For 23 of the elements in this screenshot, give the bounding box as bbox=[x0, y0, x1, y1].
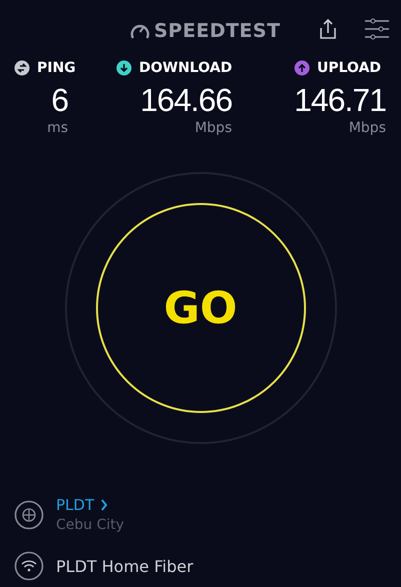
upload-icon bbox=[294, 60, 310, 76]
metric-value: 146.71 bbox=[294, 81, 386, 120]
metric-value: 6 bbox=[50, 81, 68, 120]
metric-label: UPLOAD bbox=[317, 60, 382, 76]
gauge-icon bbox=[130, 22, 150, 40]
provider-location: Cebu City bbox=[56, 517, 124, 533]
metric-value: 164.66 bbox=[139, 81, 232, 120]
network-name: PLDT Home Fiber bbox=[56, 556, 194, 576]
wifi-icon bbox=[14, 551, 44, 581]
go-button[interactable]: GO bbox=[96, 203, 306, 413]
speedtest-logo: SPEEDTEST bbox=[154, 20, 280, 42]
metric-unit: Mbps bbox=[348, 120, 386, 136]
globe-icon bbox=[14, 500, 44, 530]
metric-unit: ms bbox=[46, 120, 68, 136]
metric-label: PING bbox=[37, 60, 76, 76]
download-icon bbox=[116, 60, 132, 76]
chevron-icon bbox=[100, 499, 108, 511]
settings-button[interactable] bbox=[364, 18, 390, 40]
metric-label: DOWNLOAD bbox=[139, 60, 232, 76]
ping-icon bbox=[14, 60, 30, 76]
share-button[interactable] bbox=[319, 18, 337, 40]
metric-unit: Mbps bbox=[194, 120, 232, 136]
provider-link[interactable]: PLDT bbox=[56, 496, 124, 514]
